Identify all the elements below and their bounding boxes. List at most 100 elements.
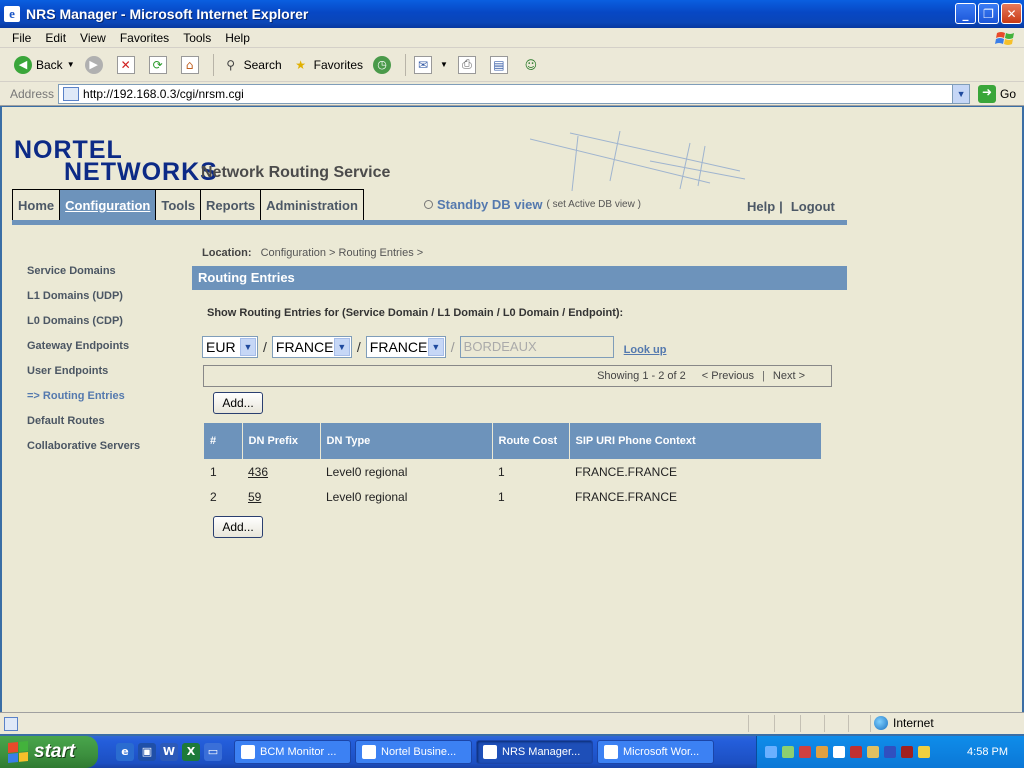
maximize-button[interactable]: ❐ <box>978 3 999 24</box>
l1-domain-value: FRANCE <box>275 339 334 355</box>
favorites-button[interactable]: ★ Favorites <box>292 56 363 74</box>
desktop-quicklaunch-icon[interactable]: ▣ <box>138 743 156 761</box>
help-link[interactable]: Help <box>747 199 775 214</box>
sidebar-item-routing-entries[interactable]: => Routing Entries <box>27 390 140 415</box>
logout-link[interactable]: Logout <box>791 199 835 214</box>
sidebar-item-service-domains[interactable]: Service Domains <box>27 265 140 290</box>
standby-db-link[interactable]: Standby DB view <box>437 197 542 212</box>
search-button[interactable]: ⚲ Search <box>222 56 282 74</box>
address-url: http://192.168.0.3/cgi/nrsm.cgi <box>83 86 244 101</box>
mail-button[interactable]: ✉ ▼ <box>414 55 448 74</box>
messenger-button[interactable]: ☺ <box>522 56 544 74</box>
menu-help[interactable]: Help <box>225 31 250 45</box>
tray-icon[interactable] <box>799 746 811 758</box>
volume-tray-icon[interactable] <box>833 746 845 758</box>
column-header-dn-type[interactable]: DN Type <box>320 423 493 459</box>
page-icon <box>63 86 80 101</box>
history-button[interactable]: ◷ <box>373 55 395 74</box>
show-desktop-icon[interactable]: ▭ <box>204 743 222 761</box>
dn-prefix-link[interactable]: 59 <box>248 490 261 504</box>
browser-toolbar: ◀ Back ▼ ▶ ✕ ⟳ ⌂ ⚲ Search ★ Favorites ◷ … <box>0 48 1024 82</box>
sidebar-item-user-endpoints[interactable]: User Endpoints <box>27 365 140 390</box>
refresh-icon: ⟳ <box>148 55 167 74</box>
menu-edit[interactable]: Edit <box>45 31 66 45</box>
sidebar-item-l0-domains[interactable]: L0 Domains (CDP) <box>27 315 140 340</box>
window-controls: _ ❐ ✕ <box>955 3 1022 24</box>
tab-administration[interactable]: Administration <box>261 190 363 220</box>
address-label: Address <box>10 86 55 101</box>
l0-domain-select[interactable]: FRANCE ▼ <box>365 336 446 358</box>
task-nrs-manager[interactable]: NRS Manager... <box>476 740 593 764</box>
edit-button[interactable]: ▤ <box>489 55 512 74</box>
menu-tools[interactable]: Tools <box>183 31 211 45</box>
column-header-sip-context[interactable]: SIP URI Phone Context <box>569 423 821 459</box>
favorites-label: Favorites <box>313 57 363 72</box>
set-active-db-link[interactable]: ( set Active DB view ) <box>546 199 640 210</box>
forward-button[interactable]: ▶ <box>84 55 107 74</box>
column-header-dn-prefix[interactable]: DN Prefix <box>242 423 321 459</box>
add-button-top[interactable]: Add... <box>213 392 263 414</box>
next-link[interactable]: Next > <box>773 370 805 382</box>
sidebar-item-gateway-endpoints[interactable]: Gateway Endpoints <box>27 340 140 365</box>
search-label: Search <box>243 57 282 72</box>
l1-domain-select[interactable]: FRANCE ▼ <box>271 336 352 358</box>
menu-file[interactable]: File <box>12 31 31 45</box>
route-cost-cell: 1 <box>498 464 505 479</box>
lookup-link[interactable]: Look up <box>624 344 667 356</box>
chevron-down-icon[interactable]: ▼ <box>952 84 970 103</box>
tab-tools[interactable]: Tools <box>156 190 202 220</box>
add-button-bottom[interactable]: Add... <box>213 516 263 538</box>
title-bar: e NRS Manager - Microsoft Internet Explo… <box>0 0 1024 28</box>
tray-icon[interactable] <box>816 746 828 758</box>
go-button[interactable]: ➜ Go <box>978 84 1016 103</box>
ie-app-icon <box>483 745 497 759</box>
windows-logo-icon <box>8 740 28 764</box>
pager-separator: | <box>762 370 765 382</box>
word-quicklaunch-icon[interactable]: W <box>160 743 178 761</box>
minimize-button[interactable]: _ <box>955 3 976 24</box>
print-button[interactable]: ⎙ <box>457 55 480 74</box>
close-button[interactable]: ✕ <box>1001 3 1022 24</box>
task-nortel-business[interactable]: Nortel Busine... <box>355 740 472 764</box>
start-button[interactable]: start <box>0 736 98 768</box>
ie-quicklaunch-icon[interactable]: e <box>116 743 134 761</box>
service-domain-select[interactable]: EUR ▼ <box>202 336 258 358</box>
menu-favorites[interactable]: Favorites <box>120 31 169 45</box>
stop-button[interactable]: ✕ <box>116 55 139 74</box>
bluetooth-tray-icon[interactable] <box>884 746 896 758</box>
sidebar-item-collaborative-servers[interactable]: Collaborative Servers <box>27 440 140 465</box>
tray-icon[interactable] <box>782 746 794 758</box>
windows-flag-icon <box>995 32 1014 45</box>
menu-view[interactable]: View <box>80 31 106 45</box>
breadcrumb-label: Location: <box>202 247 252 259</box>
task-label: BCM Monitor ... <box>260 746 337 758</box>
tray-icon[interactable] <box>901 746 913 758</box>
refresh-button[interactable]: ⟳ <box>148 55 171 74</box>
dn-prefix-link[interactable]: 436 <box>248 465 268 479</box>
endpoint-input[interactable]: BORDEAUX <box>459 336 614 358</box>
network-tray-icon[interactable] <box>765 746 777 758</box>
tab-configuration[interactable]: Configuration <box>60 190 157 220</box>
task-bcm-monitor[interactable]: BCM Monitor ... <box>234 740 351 764</box>
back-arrow-icon: ◀ <box>14 55 32 74</box>
back-button[interactable]: ◀ Back ▼ <box>14 55 75 74</box>
column-header-route-cost[interactable]: Route Cost <box>492 423 570 459</box>
tray-icon[interactable] <box>918 746 930 758</box>
task-microsoft-word[interactable]: Microsoft Wor... <box>597 740 714 764</box>
security-tray-icon[interactable] <box>850 746 862 758</box>
stop-icon: ✕ <box>116 55 135 74</box>
home-button[interactable]: ⌂ <box>180 55 203 74</box>
previous-link[interactable]: < Previous <box>702 370 754 382</box>
web-page: NORTEL NETWORKS Network Routing Service … <box>2 107 1022 712</box>
dn-prefix-cell: 436 <box>242 459 320 484</box>
tab-reports[interactable]: Reports <box>201 190 262 220</box>
print-icon: ⎙ <box>457 55 476 74</box>
breadcrumb: Location: Configuration > Routing Entrie… <box>202 247 423 259</box>
main-nav: Home Configuration Tools Reports Adminis… <box>12 189 364 221</box>
sidebar-item-default-routes[interactable]: Default Routes <box>27 415 140 440</box>
tray-icon[interactable] <box>867 746 879 758</box>
excel-quicklaunch-icon[interactable]: X <box>182 743 200 761</box>
sidebar-item-l1-domains[interactable]: L1 Domains (UDP) <box>27 290 140 315</box>
tab-home[interactable]: Home <box>13 190 61 220</box>
address-input[interactable]: http://192.168.0.3/cgi/nrsm.cgi ▼ <box>58 83 971 104</box>
